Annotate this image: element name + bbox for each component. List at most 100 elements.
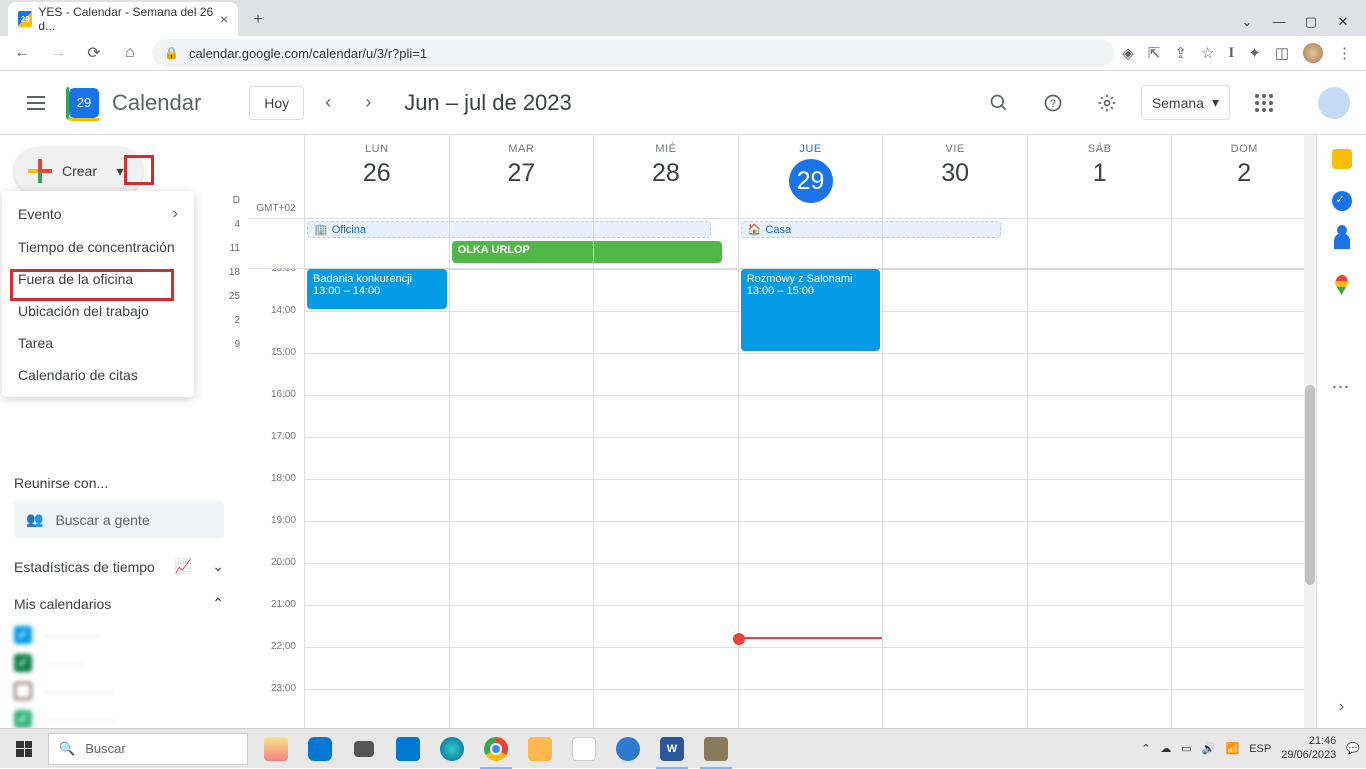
- ext-eye-icon[interactable]: ◈: [1122, 44, 1134, 62]
- allday-cell-sat[interactable]: [1027, 219, 1172, 268]
- day-header-tue[interactable]: MAR27: [449, 135, 594, 218]
- today-button[interactable]: Hoy: [249, 86, 304, 120]
- day-column-sun[interactable]: [1171, 269, 1316, 728]
- extensions-icon[interactable]: ✦: [1248, 44, 1261, 62]
- day-column-wed[interactable]: [593, 269, 738, 728]
- close-tab-icon[interactable]: ×: [220, 11, 228, 27]
- day-column-fri[interactable]: [882, 269, 1027, 728]
- allday-cell-mon[interactable]: 🏢 Oficina: [304, 219, 449, 268]
- main-menu-button[interactable]: [16, 83, 56, 123]
- tray-wifi-icon[interactable]: 📶: [1226, 742, 1240, 755]
- tray-chevron-icon[interactable]: ⌃: [1141, 742, 1150, 755]
- browser-tab[interactable]: 29 YES - Calendar - Semana del 26 d... ×: [8, 2, 238, 36]
- search-button[interactable]: [979, 83, 1019, 123]
- maps-icon[interactable]: [1335, 275, 1349, 295]
- start-button[interactable]: [0, 729, 48, 769]
- allday-cell-thu[interactable]: 🏠 Casa: [738, 219, 883, 268]
- allday-cell-fri[interactable]: [882, 219, 1027, 268]
- my-calendars-toggle[interactable]: Mis calendarios ⌃: [14, 595, 224, 612]
- menu-item-event[interactable]: Evento›: [2, 197, 194, 231]
- allday-cell-sun[interactable]: [1171, 219, 1316, 268]
- calendar-checkbox-item[interactable]: ✓————: [14, 626, 248, 644]
- calendar-checkbox-item[interactable]: —————: [14, 682, 248, 700]
- day-header-mon[interactable]: LUN26: [304, 135, 449, 218]
- caret-down-icon[interactable]: ⌄: [1240, 14, 1254, 30]
- new-tab-button[interactable]: +: [244, 6, 272, 34]
- reload-button[interactable]: ⟳: [80, 39, 108, 67]
- back-button[interactable]: ←: [8, 39, 36, 67]
- google-apps-button[interactable]: [1244, 83, 1284, 123]
- plus-icon: [28, 159, 52, 183]
- windows-search-input[interactable]: 🔍 Buscar: [48, 733, 248, 765]
- minimize-icon[interactable]: —: [1272, 14, 1286, 30]
- product-name: Calendar: [112, 90, 201, 116]
- taskbar-explorer-icon[interactable]: [518, 729, 562, 769]
- collapse-panel-icon[interactable]: ›: [1339, 698, 1344, 716]
- day-column-sat[interactable]: [1027, 269, 1172, 728]
- time-insights-toggle[interactable]: Estadísticas de tiempo 📈 ⌄: [14, 558, 224, 575]
- taskbar-word-icon[interactable]: W: [650, 729, 694, 769]
- calendar-grid: GMT+02 LUN26 MAR27 MIÉ28 JUE29 VIE30 SÁB…: [248, 135, 1316, 728]
- menu-item-appointment-schedule[interactable]: Calendario de citas: [2, 359, 194, 391]
- ext-share-icon[interactable]: ⇱: [1148, 44, 1161, 62]
- lock-icon: 🔒: [164, 46, 179, 60]
- view-selector[interactable]: Semana ▾: [1141, 85, 1230, 120]
- keep-icon[interactable]: [1332, 149, 1352, 169]
- gear-icon: [1097, 93, 1117, 113]
- day-column-mon[interactable]: Badania konkurencji 13:00 – 14:00: [304, 269, 449, 728]
- taskbar-edge-icon[interactable]: [430, 729, 474, 769]
- menu-item-focus-time[interactable]: Tiempo de concentración: [2, 231, 194, 263]
- maximize-icon[interactable]: ▢: [1304, 14, 1318, 30]
- tasks-icon[interactable]: [1332, 191, 1352, 211]
- account-avatar[interactable]: [1318, 87, 1350, 119]
- tray-battery-icon[interactable]: ▭: [1181, 742, 1191, 755]
- event-badania[interactable]: Badania konkurencji 13:00 – 14:00: [307, 269, 447, 309]
- day-header-sat[interactable]: SÁB1: [1027, 135, 1172, 218]
- calendar-checkbox-item[interactable]: ✓———: [14, 654, 248, 672]
- taskbar-gimp-icon[interactable]: [694, 729, 738, 769]
- taskbar-app-3[interactable]: [562, 729, 606, 769]
- bookmark-icon[interactable]: ☆: [1201, 44, 1214, 62]
- tray-volume-icon[interactable]: 🔊: [1202, 742, 1216, 755]
- scrollbar[interactable]: [1304, 135, 1316, 728]
- more-addons-icon[interactable]: ⋯: [1332, 377, 1352, 398]
- taskview-icon[interactable]: [342, 729, 386, 769]
- chrome-menu-icon[interactable]: ⋮: [1337, 44, 1352, 62]
- allday-cell-tue[interactable]: OLKA URLOP: [449, 219, 594, 268]
- taskbar-app-2[interactable]: [298, 729, 342, 769]
- calendar-checkbox-item[interactable]: ✓—————: [14, 710, 248, 728]
- tray-notifications-icon[interactable]: 💬: [1346, 742, 1360, 755]
- day-header-thu[interactable]: JUE29: [738, 135, 883, 218]
- tray-clock[interactable]: 21:46 29/06/2023: [1281, 735, 1336, 761]
- time-grid[interactable]: 13:00 14:00 15:00 16:00 17:00 18:00 19:0…: [248, 269, 1316, 728]
- url-input[interactable]: 🔒 calendar.google.com/calendar/u/3/r?pli…: [152, 39, 1114, 67]
- day-column-tue[interactable]: [449, 269, 594, 728]
- ext-send-icon[interactable]: ⇪: [1174, 44, 1187, 62]
- prev-period-button[interactable]: ‹: [312, 87, 344, 119]
- close-window-icon[interactable]: ✕: [1336, 14, 1350, 30]
- profile-avatar-icon[interactable]: [1303, 43, 1323, 63]
- day-header-fri[interactable]: VIE30: [882, 135, 1027, 218]
- create-label: Crear: [62, 163, 97, 179]
- tray-onedrive-icon[interactable]: ☁: [1160, 742, 1171, 755]
- taskbar-store-icon[interactable]: [386, 729, 430, 769]
- menu-item-task[interactable]: Tarea: [2, 327, 194, 359]
- day-header-sun[interactable]: DOM2: [1171, 135, 1316, 218]
- search-people-input[interactable]: 👥 Buscar a gente: [14, 501, 224, 538]
- contacts-icon[interactable]: [1334, 233, 1350, 253]
- help-button[interactable]: ?: [1033, 83, 1073, 123]
- allday-cell-wed[interactable]: [593, 219, 738, 268]
- day-column-thu[interactable]: Rozmowy z Salonami 13:00 – 15:00: [738, 269, 883, 728]
- next-period-button[interactable]: ›: [352, 87, 384, 119]
- taskbar-app-1[interactable]: [254, 729, 298, 769]
- settings-button[interactable]: [1087, 83, 1127, 123]
- ext-i-icon[interactable]: I: [1228, 45, 1234, 62]
- create-button[interactable]: Crear ▾: [14, 147, 143, 195]
- sidepanel-icon[interactable]: ◫: [1275, 44, 1289, 62]
- tray-language[interactable]: ESP: [1249, 743, 1271, 755]
- taskbar-thunderbird-icon[interactable]: [606, 729, 650, 769]
- home-button[interactable]: ⌂: [116, 39, 144, 67]
- taskbar-chrome-icon[interactable]: [474, 729, 518, 769]
- day-header-wed[interactable]: MIÉ28: [593, 135, 738, 218]
- event-rozmowy[interactable]: Rozmowy z Salonami 13:00 – 15:00: [741, 269, 881, 351]
